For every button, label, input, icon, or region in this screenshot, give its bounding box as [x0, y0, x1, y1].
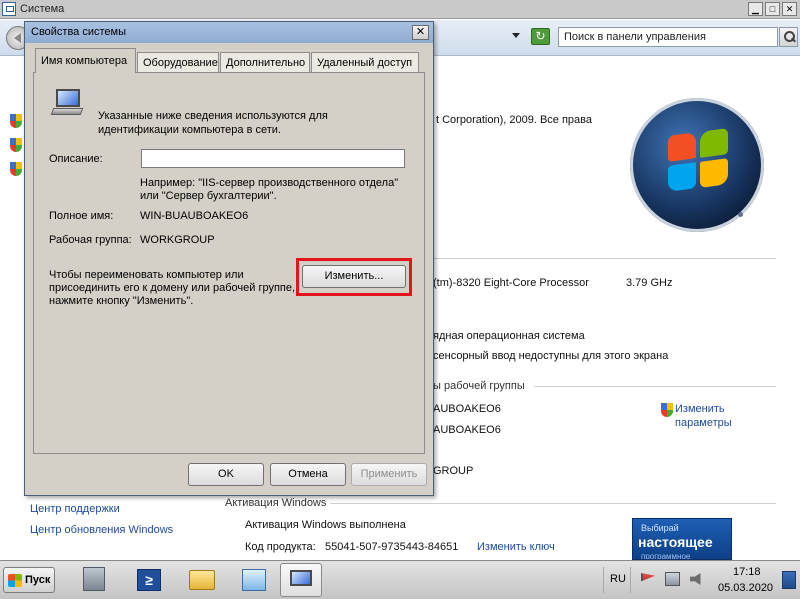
dialog-titlebar: Свойства системы ✕ [25, 22, 433, 43]
intro-text-line-2: идентификации компьютера в сети. [98, 124, 281, 136]
full-name-value: AUBOAKEO6 [433, 424, 501, 436]
uac-shield-icon [10, 138, 22, 152]
system-type-value: ядная операционная система [433, 330, 585, 342]
change-product-key-link[interactable]: Изменить ключ [477, 541, 555, 553]
workgroup-value: GROUP [433, 465, 474, 477]
computer-name-value: AUBOAKEO6 [433, 403, 501, 415]
refresh-button[interactable]: ↻ [531, 28, 550, 45]
activation-section-header: Активация Windows [225, 497, 327, 509]
change-settings-link[interactable]: Изменить [675, 403, 725, 415]
badge-line-1: Выбирай [641, 523, 679, 533]
show-desktop-button[interactable] [782, 571, 796, 589]
start-button[interactable]: Пуск [3, 567, 55, 593]
processor-value: (tm)-8320 Eight-Core Processor [433, 277, 589, 289]
taskbar-explorer[interactable] [176, 563, 228, 597]
uac-shield-icon [10, 162, 22, 176]
section-divider [330, 503, 776, 504]
intro-text-line-1: Указанные ниже сведения используются для [98, 110, 328, 122]
description-label: Описание: [49, 153, 103, 165]
close-window-button[interactable]: ✕ [782, 2, 797, 16]
apply-button[interactable]: Применить [351, 463, 427, 486]
full-name-label: Полное имя: [49, 210, 114, 222]
control-panel-search-input[interactable]: Поиск в панели управления [558, 27, 778, 47]
taskbar: Пуск ≥ RU 17:18 05.03.2020 [0, 560, 800, 599]
maximize-button[interactable]: □ [765, 2, 780, 16]
clock-date[interactable]: 05.03.2020 [718, 582, 773, 594]
address-dropdown-arrow-icon[interactable] [512, 33, 520, 42]
description-input[interactable] [141, 149, 405, 168]
badge-line-3: программное обеспечение [641, 552, 691, 560]
dialog-body: Имя компьютера Оборудование Дополнительн… [25, 43, 433, 495]
support-center-link[interactable]: Центр поддержки [30, 503, 120, 515]
taskbar-system-properties-active[interactable] [280, 563, 322, 597]
computer-icon [50, 89, 84, 117]
pen-touch-value: сенсорный ввод недоступны для этого экра… [433, 350, 669, 362]
system-window-titlebar: Система ▁ □ ✕ [0, 0, 800, 19]
taskbar-control-panel[interactable] [230, 563, 278, 597]
language-indicator[interactable]: RU [603, 567, 631, 593]
ok-button[interactable]: OK [188, 463, 264, 486]
trademark-dot [738, 212, 743, 217]
dialog-title: Свойства системы [31, 26, 127, 38]
windows-update-link[interactable]: Центр обновления Windows [30, 524, 173, 536]
taskbar-server-manager[interactable] [69, 563, 121, 597]
tab-advanced[interactable]: Дополнительно [220, 52, 310, 72]
full-name-value: WIN-BUAUBOAKEO6 [140, 210, 249, 222]
folder-icon [189, 570, 215, 590]
server-manager-icon [83, 567, 105, 591]
example-text-line-2: или "Сервер бухгалтерии". [140, 190, 277, 202]
processor-speed: 3.79 GHz [626, 277, 673, 289]
rename-hint-line-1: Чтобы переименовать компьютер или [49, 269, 244, 281]
copyright-text: t Corporation), 2009. Все права [436, 114, 592, 126]
workgroup-label: Рабочая группа: [49, 234, 132, 246]
start-label: Пуск [25, 574, 51, 586]
system-window-icon [2, 2, 16, 16]
change-button[interactable]: Изменить... [302, 265, 406, 288]
tab-remote[interactable]: Удаленный доступ [311, 52, 419, 72]
language-label: RU [610, 573, 626, 585]
activation-status: Активация Windows выполнена [245, 519, 406, 531]
minimize-button[interactable]: ▁ [748, 2, 763, 16]
genuine-software-badge[interactable]: Выбирай настоящее программное обеспечени… [632, 518, 732, 560]
search-icon[interactable] [779, 27, 798, 47]
uac-shield-icon [661, 403, 673, 417]
windows-start-icon [8, 574, 22, 587]
section-divider [534, 386, 776, 387]
tab-computer-name[interactable]: Имя компьютера [35, 48, 136, 73]
product-key-label: Код продукта: [245, 541, 316, 553]
workgroup-value: WORKGROUP [140, 234, 215, 246]
uac-shield-icon [10, 114, 22, 128]
system-properties-dialog: Свойства системы ✕ Имя компьютера Оборуд… [24, 21, 434, 496]
example-text-line-1: Например: "IIS-сервер производственного … [140, 177, 399, 189]
tab-hardware[interactable]: Оборудование [137, 52, 219, 72]
rename-hint-line-2: присоединить его к домену или рабочей гр… [49, 282, 296, 294]
change-settings-link-line2[interactable]: параметры [675, 417, 732, 429]
system-window-title: Система [20, 3, 65, 15]
computer-icon [290, 570, 312, 586]
product-key-value: 55041-507-9735443-84651 [325, 541, 459, 553]
action-center-flag-icon[interactable] [641, 573, 655, 582]
badge-line-2: настоящее [638, 534, 713, 550]
taskbar-powershell[interactable]: ≥ [124, 563, 174, 597]
network-icon[interactable] [665, 572, 680, 586]
volume-icon[interactable] [690, 573, 701, 585]
control-panel-icon [242, 569, 266, 591]
section-divider [434, 258, 776, 259]
tab-panel-computer-name: Указанные ниже сведения используются для… [33, 72, 425, 454]
computer-name-section-header: ы рабочей группы [433, 380, 525, 392]
dialog-close-button[interactable]: ✕ [412, 25, 429, 40]
powershell-icon: ≥ [137, 569, 161, 591]
clock-time[interactable]: 17:18 [733, 566, 761, 578]
windows-logo-icon [630, 98, 764, 232]
cancel-button[interactable]: Отмена [270, 463, 346, 486]
rename-hint-line-3: нажмите кнопку "Изменить". [49, 295, 194, 307]
